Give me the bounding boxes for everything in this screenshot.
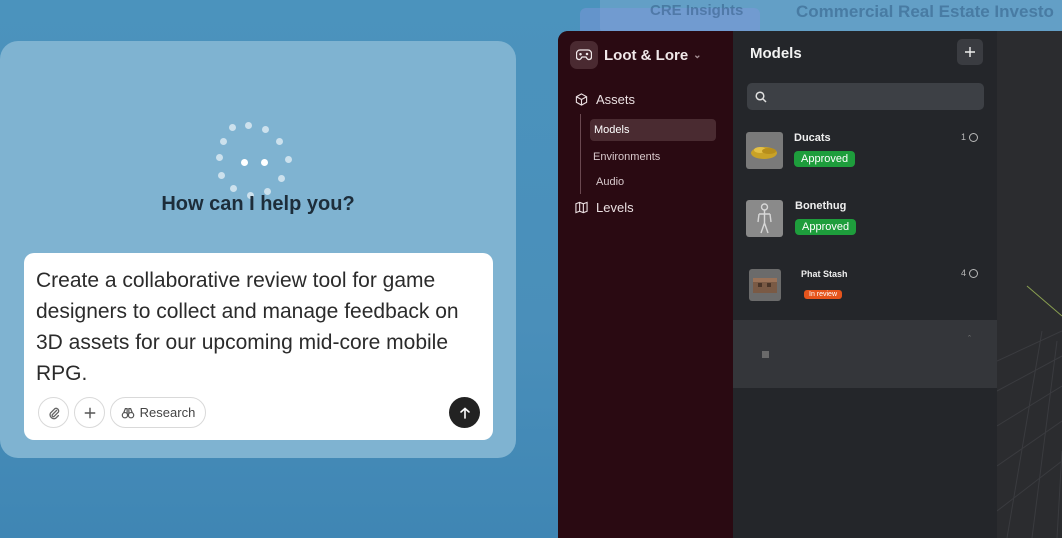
chevron-up-icon: ˆ [968,334,971,344]
sidebar-item-models[interactable]: Models [590,119,716,141]
research-button[interactable]: Research [110,397,206,428]
research-label: Research [139,405,196,420]
image-placeholder-icon [762,351,769,358]
status-badge: Approved [795,219,857,235]
add-model-button[interactable] [957,39,983,65]
background-window-title-2: Commercial Real Estate Investo [796,2,1054,21]
sidebar: Loot & Lore ⌄ Assets Models Environments… [558,31,733,538]
binoculars-icon [121,407,134,418]
comment-icon [969,132,979,142]
list-item[interactable]: Phat Stash In review 4 [733,259,997,319]
status-badge: In review [804,290,843,299]
comment-icon [969,268,979,278]
sidebar-item-label: Levels [596,200,634,215]
chevron-down-icon: ⌄ [693,50,702,61]
model-thumbnail [749,269,781,301]
model-thumbnail [746,132,783,169]
loading-spinner-icon [214,122,296,204]
app-window: Loot & Lore ⌄ Assets Models Environments… [558,31,1062,538]
add-button[interactable] [74,397,105,428]
search-input[interactable] [747,83,984,110]
list-item[interactable]: Bonethug Approved [733,191,997,251]
models-panel: Models Ducats Approved 1 Bonethug Approv… [733,31,997,538]
item-name: Ducats [794,132,831,144]
plus-icon [84,407,95,418]
comment-count-value: 1 [961,132,967,142]
sidebar-item-audio[interactable]: Audio [596,176,624,188]
paperclip-icon [48,407,59,419]
tree-line [580,114,581,194]
3d-viewport[interactable] [997,31,1062,538]
comment-count: 1 [961,132,979,142]
comment-count-value: 4 [961,268,967,278]
gamepad-icon [570,41,598,69]
map-icon [574,201,588,215]
background-window-title: CRE Insights [650,2,744,19]
comment-count: 4 [961,268,979,278]
cube-icon [574,93,588,107]
item-name: Phat Stash [801,269,848,279]
attach-button[interactable] [38,397,69,428]
sidebar-item-levels[interactable]: Levels [574,200,634,215]
panel-title: Models [750,45,802,62]
assistant-card: How can I help you? Create a collaborati… [0,41,516,458]
list-item[interactable]: Ducats Approved 1 [733,123,997,183]
plus-icon [965,47,975,57]
item-name: Bonethug [795,200,847,212]
workspace-name: Loot & Lore [604,47,689,64]
sidebar-item-assets[interactable]: Assets [574,92,635,107]
arrow-up-icon [459,406,470,419]
sidebar-item-label: Assets [596,92,636,107]
prompt-input[interactable]: Create a collaborative review tool for g… [24,253,493,440]
prompt-text[interactable]: Create a collaborative review tool for g… [36,265,476,389]
viewport-grid [997,285,1062,538]
assistant-heading: How can I help you? [161,193,355,215]
sidebar-item-environments[interactable]: Environments [593,151,660,163]
send-button[interactable] [449,397,480,428]
model-thumbnail [746,200,783,237]
workspace-switcher[interactable]: Loot & Lore ⌄ [604,47,702,64]
search-icon [755,90,767,103]
status-badge: Approved [794,151,856,167]
loading-row[interactable]: ˆ [733,320,997,388]
